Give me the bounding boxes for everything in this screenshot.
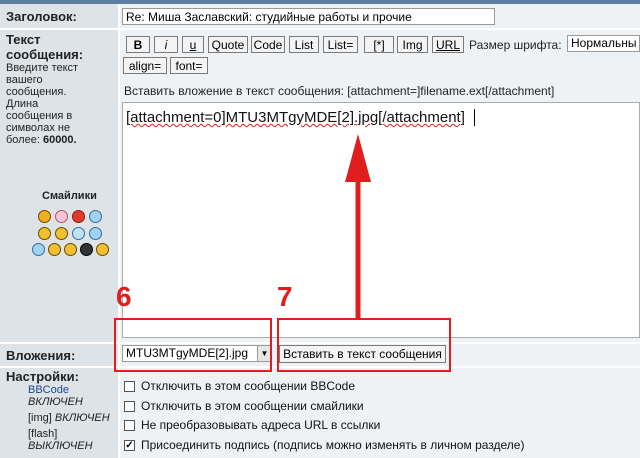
- bold-button[interactable]: B: [126, 36, 150, 53]
- hint-line: символах не: [6, 122, 71, 134]
- settings-status: BBCode ВКЛЮЧЕН [img] ВКЛЮЧЕН [flash] ВЫК…: [28, 384, 110, 452]
- subject-label: Заголовок:: [6, 9, 77, 24]
- list-item-button[interactable]: [*]: [364, 36, 394, 53]
- smilies-title: Смайлики: [42, 190, 97, 202]
- settings-options-cell: Отключить в этом сообщении BBCode Отключ…: [120, 368, 640, 458]
- no-url-parse-checkbox[interactable]: [124, 420, 135, 431]
- url-button[interactable]: URL: [432, 36, 464, 53]
- attachment-insert-hint: Вставить вложение в текст сообщения: [at…: [124, 84, 555, 98]
- hint-line: сообщения в: [6, 110, 73, 122]
- italic-button[interactable]: i: [154, 36, 178, 53]
- quote-button[interactable]: Quote: [208, 36, 248, 53]
- list-button[interactable]: List: [289, 36, 319, 53]
- hint-limit: 60000.: [42, 134, 77, 146]
- subject-label-cell: Заголовок:: [0, 4, 118, 28]
- smiley-laugh-icon[interactable]: [96, 243, 109, 256]
- disable-smilies-label: Отключить в этом сообщении смайлики: [141, 399, 364, 413]
- bbcode-link[interactable]: BBCode: [28, 384, 110, 396]
- smiley-confused-icon[interactable]: [55, 227, 68, 240]
- smiley-ninja-icon[interactable]: [80, 243, 93, 256]
- annotation-box-7: [277, 318, 451, 372]
- smiley-smile-icon[interactable]: [89, 210, 102, 223]
- hint-limit-label: более:: [6, 134, 40, 146]
- font-size-label: Размер шрифта:: [469, 38, 562, 52]
- img-button[interactable]: Img: [397, 36, 428, 53]
- smiley-sad-icon[interactable]: [72, 227, 85, 240]
- step-6-annotation: 6: [116, 281, 132, 312]
- hint-line: сообщения.: [6, 86, 67, 98]
- annotation-box-6: [114, 318, 272, 372]
- smiley-eek-icon[interactable]: [64, 243, 77, 256]
- flash-tag-name: [flash]: [28, 428, 58, 440]
- subject-input-cell: [120, 4, 640, 28]
- smiley-cheer-icon[interactable]: [38, 227, 51, 240]
- bbcode-state: ВКЛЮЧЕН: [28, 396, 83, 408]
- underline-button[interactable]: u: [182, 36, 204, 53]
- message-label-2: сообщения:: [6, 47, 84, 62]
- flash-tag-state: ВЫКЛЮЧЕН: [28, 440, 93, 452]
- no-url-parse-label: Не преобразовывать адреса URL в ссылки: [141, 418, 381, 432]
- attachments-label: Вложения:: [6, 348, 76, 363]
- text-cursor: [474, 109, 475, 126]
- img-tag-name: [img]: [28, 412, 52, 424]
- attachments-label-cell: Вложения:: [0, 344, 118, 366]
- message-label-1: Текст: [6, 32, 41, 47]
- smiley-devil-icon[interactable]: [48, 243, 61, 256]
- smiley-cool-icon[interactable]: [32, 243, 45, 256]
- disable-smilies-checkbox[interactable]: [124, 401, 135, 412]
- img-tag-state: ВКЛЮЧЕН: [54, 412, 110, 424]
- subject-input[interactable]: [122, 8, 495, 25]
- font-size-select[interactable]: Нормальны: [567, 35, 640, 52]
- settings-label-cell: Настройки: BBCode ВКЛЮЧЕН [img] ВКЛЮЧЕН …: [0, 368, 118, 458]
- annotation-arrow-icon: [345, 134, 371, 318]
- hint-line: Введите текст: [6, 62, 79, 74]
- font-button[interactable]: font=: [170, 57, 208, 74]
- align-button[interactable]: align=: [123, 57, 167, 74]
- code-button[interactable]: Code: [251, 36, 285, 53]
- disable-bbcode-label: Отключить в этом сообщении BBCode: [141, 379, 356, 393]
- disable-bbcode-checkbox[interactable]: [124, 381, 135, 392]
- smiley-angry-icon[interactable]: [72, 210, 85, 223]
- attach-signature-label: Присоединить подпись (подпись можно изме…: [141, 438, 525, 452]
- message-label-cell: Текст сообщения: Введите текст вашего со…: [0, 30, 118, 342]
- step-7-annotation: 7: [277, 281, 293, 312]
- hint-line: Длина: [6, 98, 39, 110]
- message-body-text: [attachment=0]MTU3MTgyMDE[2].jpg[/attach…: [126, 109, 465, 126]
- smiley-grin-icon[interactable]: [38, 210, 51, 223]
- hint-line: более: 60000.: [6, 134, 78, 146]
- smiley-kiss-icon[interactable]: [55, 210, 68, 223]
- settings-label: Настройки:: [6, 369, 79, 384]
- smiley-wink-icon[interactable]: [89, 227, 102, 240]
- hint-line: вашего: [6, 74, 43, 86]
- message-hint: Введите текст вашего сообщения. Длина со…: [6, 62, 78, 146]
- attach-signature-checkbox[interactable]: ✓: [124, 440, 135, 451]
- list-eq-button[interactable]: List=: [323, 36, 358, 53]
